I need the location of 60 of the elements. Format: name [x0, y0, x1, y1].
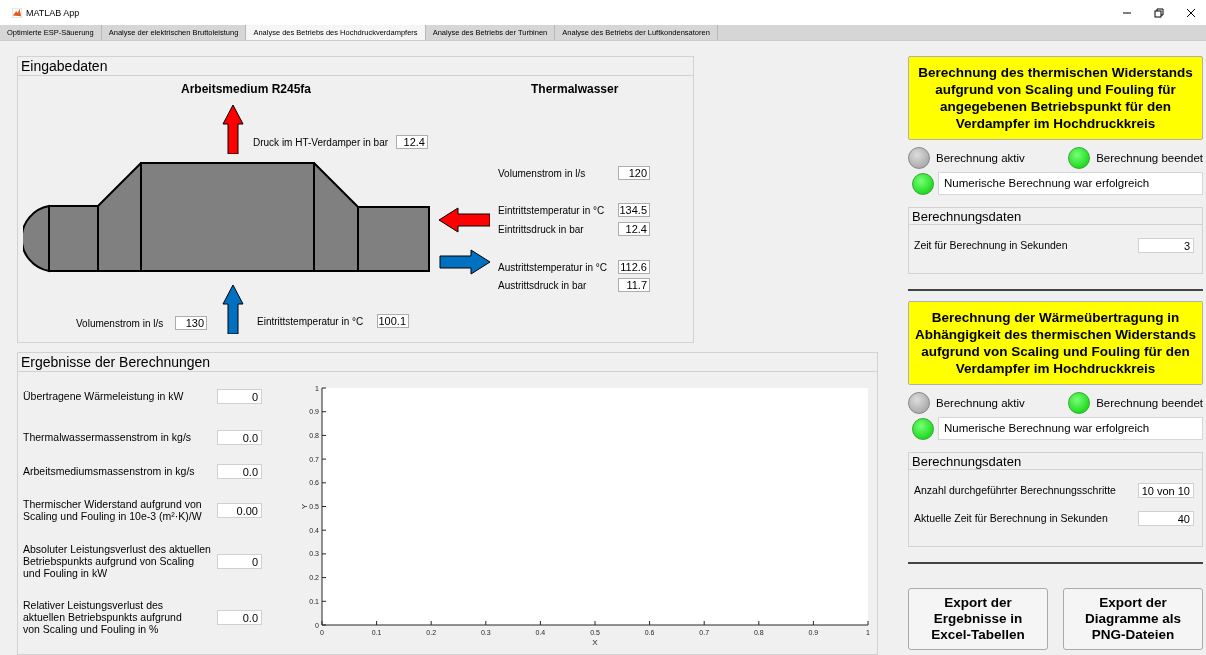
number-field[interactable]: 0.0	[217, 429, 262, 445]
lamp-label: Berechnung aktiv	[936, 397, 1025, 409]
section-heading: Arbeitsmedium R245fa	[181, 82, 312, 96]
arrow-up-icon	[222, 104, 244, 154]
number-field[interactable]: 0.0	[217, 609, 262, 625]
number-field[interactable]: 120	[618, 166, 650, 180]
arrow-up-icon	[222, 284, 244, 334]
field-label: Anzahl durchgeführter Berechnungsschritte	[914, 484, 1116, 496]
panel-title: Ergebnisse der Berechnungen	[18, 353, 877, 372]
number-field[interactable]: 0	[217, 388, 262, 404]
export-button[interactable]: Export der Diagramme als PNG-Dateien	[1063, 588, 1203, 650]
status-field: Numerische Berechnung war erfolgreich	[938, 417, 1203, 440]
field-label: Austrittstemperatur in °C	[498, 262, 608, 273]
field-label: Zeit für Berechnung in Sekunden	[914, 239, 1068, 251]
number-field[interactable]: 134.5	[618, 203, 650, 217]
arrow-left-icon	[438, 207, 490, 233]
field-label: Arbeitsmediumsmassenstrom in kg/s	[23, 465, 196, 477]
number-field[interactable]: 40	[1138, 510, 1194, 526]
number-field[interactable]: 0.00	[217, 502, 262, 518]
close-icon[interactable]	[1186, 7, 1196, 18]
field-label: Volumenstrom in l/s	[498, 168, 586, 179]
field-label: Eintrittsdruck in bar	[498, 224, 584, 235]
field-label: Aktuelle Zeit für Berechnung in Sekunden	[914, 512, 1108, 524]
field-label: Thermalwassermassenstrom in kg/s	[23, 431, 193, 443]
number-field[interactable]: 3	[1138, 237, 1194, 253]
axis-label: X	[592, 638, 598, 647]
window-title: MATLAB App	[26, 7, 80, 18]
field-label: Absoluter Leistungsverlust des aktuellen Betriebspunkts aufgrund von Scaling und Fouling in kW	[23, 543, 212, 579]
number-field[interactable]: 112.6	[618, 260, 650, 274]
field-label: Relativer Leistungsverlust des aktuellen Betriebspunkts aufgrund von Scaling und Fouling in %	[23, 599, 183, 635]
axis-label: Y	[300, 503, 309, 510]
status-field: Numerische Berechnung war erfolgreich	[938, 172, 1203, 195]
field-label: Eintrittstemperatur in °C	[257, 316, 364, 327]
number-field[interactable]: 10 von 10	[1138, 482, 1194, 498]
section-heading: Berechnung des thermischen Widerstands aufgrund von Scaling und Fouling für angegebenen Betriebspunkt für den Verdampfer im Hochdruckkreis	[908, 56, 1203, 140]
number-field[interactable]: 11.7	[618, 278, 650, 292]
number-field[interactable]: 12.4	[396, 135, 428, 149]
number-field[interactable]: 0	[217, 553, 262, 569]
number-field[interactable]: 0.0	[217, 463, 262, 479]
field-label: Thermischer Widerstand aufgrund von Scaling und Fouling in 10e-3 (m²·K)/W	[23, 498, 203, 522]
panel-title: Berechnungsdaten	[909, 208, 1202, 225]
lamp-label: Berechnung beendet	[1096, 397, 1203, 409]
panel-title: Eingabedaten	[18, 57, 693, 76]
field-label: Volumenstrom in l/s	[76, 318, 164, 329]
app-logo-icon	[12, 7, 22, 18]
lamp-label: Berechnung aktiv	[936, 152, 1025, 164]
number-field[interactable]: 130	[175, 316, 207, 330]
field-label: Austrittsdruck in bar	[498, 280, 587, 291]
export-button[interactable]: Export der Ergebnisse in Excel-Tabellen	[908, 588, 1048, 650]
restore-icon[interactable]	[1154, 7, 1164, 18]
field-label: Übertragene Wärmeleistung in kW	[23, 390, 185, 402]
field-label: Eintrittstemperatur in °C	[498, 205, 605, 216]
section-heading: Thermalwasser	[531, 82, 619, 96]
number-field[interactable]: 100.1	[377, 314, 409, 328]
panel-title: Berechnungsdaten	[909, 453, 1202, 470]
number-field[interactable]: 12.4	[618, 222, 650, 236]
lamp-label: Berechnung beendet	[1096, 152, 1203, 164]
section-heading: Berechnung der Wärmeübertragung in Abhängigkeit des thermischen Widerstands aufgrund von Scaling und Fouling für den Verdampfer im Hochdruckkreis	[908, 301, 1203, 385]
arrow-right-icon	[439, 249, 491, 275]
field-label: Druck im HT-Verdamper in bar	[253, 137, 389, 148]
